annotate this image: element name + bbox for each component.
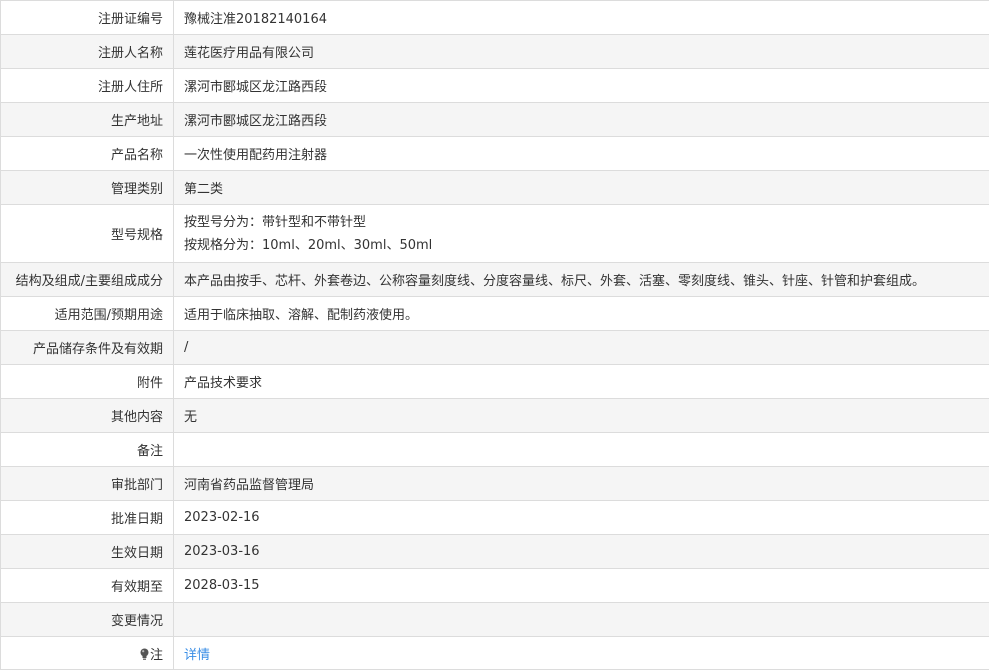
field-label: 变更情况 — [1, 603, 174, 637]
field-label: 适用范围/预期用途 — [1, 297, 174, 331]
table-row: 管理类别 第二类 — [1, 171, 989, 205]
field-label: 注 — [150, 648, 163, 663]
field-value: 莲花医疗用品有限公司 — [174, 35, 989, 69]
table-row: 批准日期 2023-02-16 — [1, 501, 989, 535]
field-value: 详情 — [174, 637, 989, 670]
table-row: 产品储存条件及有效期 / — [1, 331, 989, 365]
field-label: 备注 — [1, 433, 174, 467]
field-value: 产品技术要求 — [174, 365, 989, 399]
details-link[interactable]: 详情 — [184, 648, 210, 663]
table-row: 变更情况 — [1, 603, 989, 637]
field-value: 无 — [174, 399, 989, 433]
table-row: 生产地址 漯河市郾城区龙江路西段 — [1, 103, 989, 137]
note-label-cell: 注 — [1, 637, 174, 670]
field-value: 本产品由按手、芯杆、外套卷边、公称容量刻度线、分度容量线、标尺、外套、活塞、零刻… — [174, 263, 989, 297]
field-value: 适用于临床抽取、溶解、配制药液使用。 — [174, 297, 989, 331]
field-label: 结构及组成/主要组成成分 — [1, 263, 174, 297]
field-value: 2023-02-16 — [174, 501, 989, 535]
table-row: 产品名称 一次性使用配药用注射器 — [1, 137, 989, 171]
spec-line-size: 按规格分为：10ml、20ml、30ml、50ml — [184, 234, 989, 257]
field-label: 注册人名称 — [1, 35, 174, 69]
field-value: 一次性使用配药用注射器 — [174, 137, 989, 171]
lightbulb-icon — [140, 648, 149, 661]
table-row: 结构及组成/主要组成成分 本产品由按手、芯杆、外套卷边、公称容量刻度线、分度容量… — [1, 263, 989, 297]
table-row: 适用范围/预期用途 适用于临床抽取、溶解、配制药液使用。 — [1, 297, 989, 331]
field-value: 2023-03-16 — [174, 535, 989, 569]
field-label: 其他内容 — [1, 399, 174, 433]
field-label: 注册人住所 — [1, 69, 174, 103]
registration-info-table: 注册证编号 豫械注准20182140164 注册人名称 莲花医疗用品有限公司 注… — [0, 0, 989, 670]
table-row: 有效期至 2028-03-15 — [1, 569, 989, 603]
field-value: 河南省药品监督管理局 — [174, 467, 989, 501]
field-value: 2028-03-15 — [174, 569, 989, 603]
field-value: 豫械注准20182140164 — [174, 1, 989, 35]
table-row: 注册证编号 豫械注准20182140164 — [1, 1, 989, 35]
field-value: 按型号分为：带针型和不带针型 按规格分为：10ml、20ml、30ml、50ml — [174, 205, 989, 263]
field-label: 批准日期 — [1, 501, 174, 535]
field-label: 型号规格 — [1, 205, 174, 263]
table-row: 注册人住所 漯河市郾城区龙江路西段 — [1, 69, 989, 103]
field-value: 第二类 — [174, 171, 989, 205]
table-row: 其他内容 无 — [1, 399, 989, 433]
table-row: 生效日期 2023-03-16 — [1, 535, 989, 569]
table-row: 附件 产品技术要求 — [1, 365, 989, 399]
field-label: 有效期至 — [1, 569, 174, 603]
field-label: 管理类别 — [1, 171, 174, 205]
field-label: 审批部门 — [1, 467, 174, 501]
field-label: 注册证编号 — [1, 1, 174, 35]
table-row: 审批部门 河南省药品监督管理局 — [1, 467, 989, 501]
spec-line-model: 按型号分为：带针型和不带针型 — [184, 211, 989, 234]
field-value: 漯河市郾城区龙江路西段 — [174, 69, 989, 103]
field-value: 漯河市郾城区龙江路西段 — [174, 103, 989, 137]
table-row: 备注 — [1, 433, 989, 467]
field-label: 产品名称 — [1, 137, 174, 171]
field-value: / — [174, 331, 989, 365]
field-label: 产品储存条件及有效期 — [1, 331, 174, 365]
field-value — [174, 433, 989, 467]
field-label: 生效日期 — [1, 535, 174, 569]
table-row: 型号规格 按型号分为：带针型和不带针型 按规格分为：10ml、20ml、30ml… — [1, 205, 989, 263]
table-row: 注 详情 — [1, 637, 989, 670]
field-label: 生产地址 — [1, 103, 174, 137]
table-row: 注册人名称 莲花医疗用品有限公司 — [1, 35, 989, 69]
field-value — [174, 603, 989, 637]
field-label: 附件 — [1, 365, 174, 399]
